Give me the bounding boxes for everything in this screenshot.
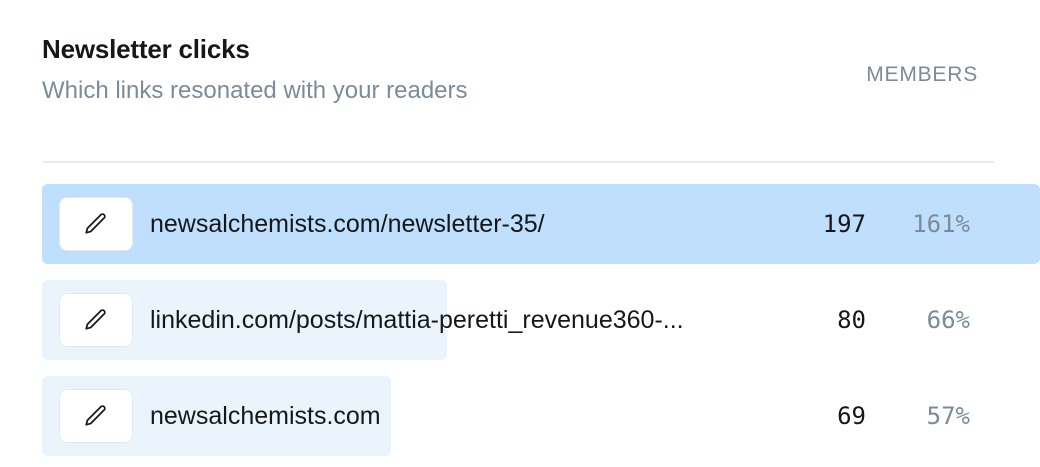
link-member-count: 80 [837, 306, 866, 334]
header-divider [42, 161, 994, 163]
link-list: newsalchemists.com/newsletter-35/ 197 16… [42, 184, 1040, 467]
newsletter-clicks-card: Newsletter clicks Which links resonated … [0, 0, 1040, 467]
edit-link-button[interactable] [59, 389, 133, 443]
pencil-icon [85, 405, 106, 426]
link-row[interactable]: newsalchemists.com/newsletter-35/ 197 16… [42, 184, 1040, 264]
edit-link-button[interactable] [59, 197, 133, 251]
card-title: Newsletter clicks [42, 34, 250, 64]
card-subtitle: Which links resonated with your readers [42, 77, 468, 104]
link-member-count: 197 [822, 210, 866, 238]
link-url[interactable]: newsalchemists.com [150, 376, 381, 456]
link-url[interactable]: newsalchemists.com/newsletter-35/ [150, 184, 545, 264]
link-row[interactable]: linkedin.com/posts/mattia-peretti_revenu… [42, 280, 1040, 360]
link-url[interactable]: linkedin.com/posts/mattia-peretti_revenu… [150, 280, 684, 360]
edit-link-button[interactable] [59, 293, 133, 347]
link-member-percent: 161% [912, 210, 970, 238]
members-column-header: MEMBERS [866, 63, 978, 86]
link-row[interactable]: newsalchemists.com 69 57% [42, 376, 1040, 456]
pencil-icon [85, 213, 106, 234]
link-member-percent: 57% [926, 402, 970, 430]
link-member-count: 69 [837, 402, 866, 430]
link-member-percent: 66% [926, 306, 970, 334]
card-header: Newsletter clicks Which links resonated … [42, 32, 468, 106]
pencil-icon [85, 309, 106, 330]
